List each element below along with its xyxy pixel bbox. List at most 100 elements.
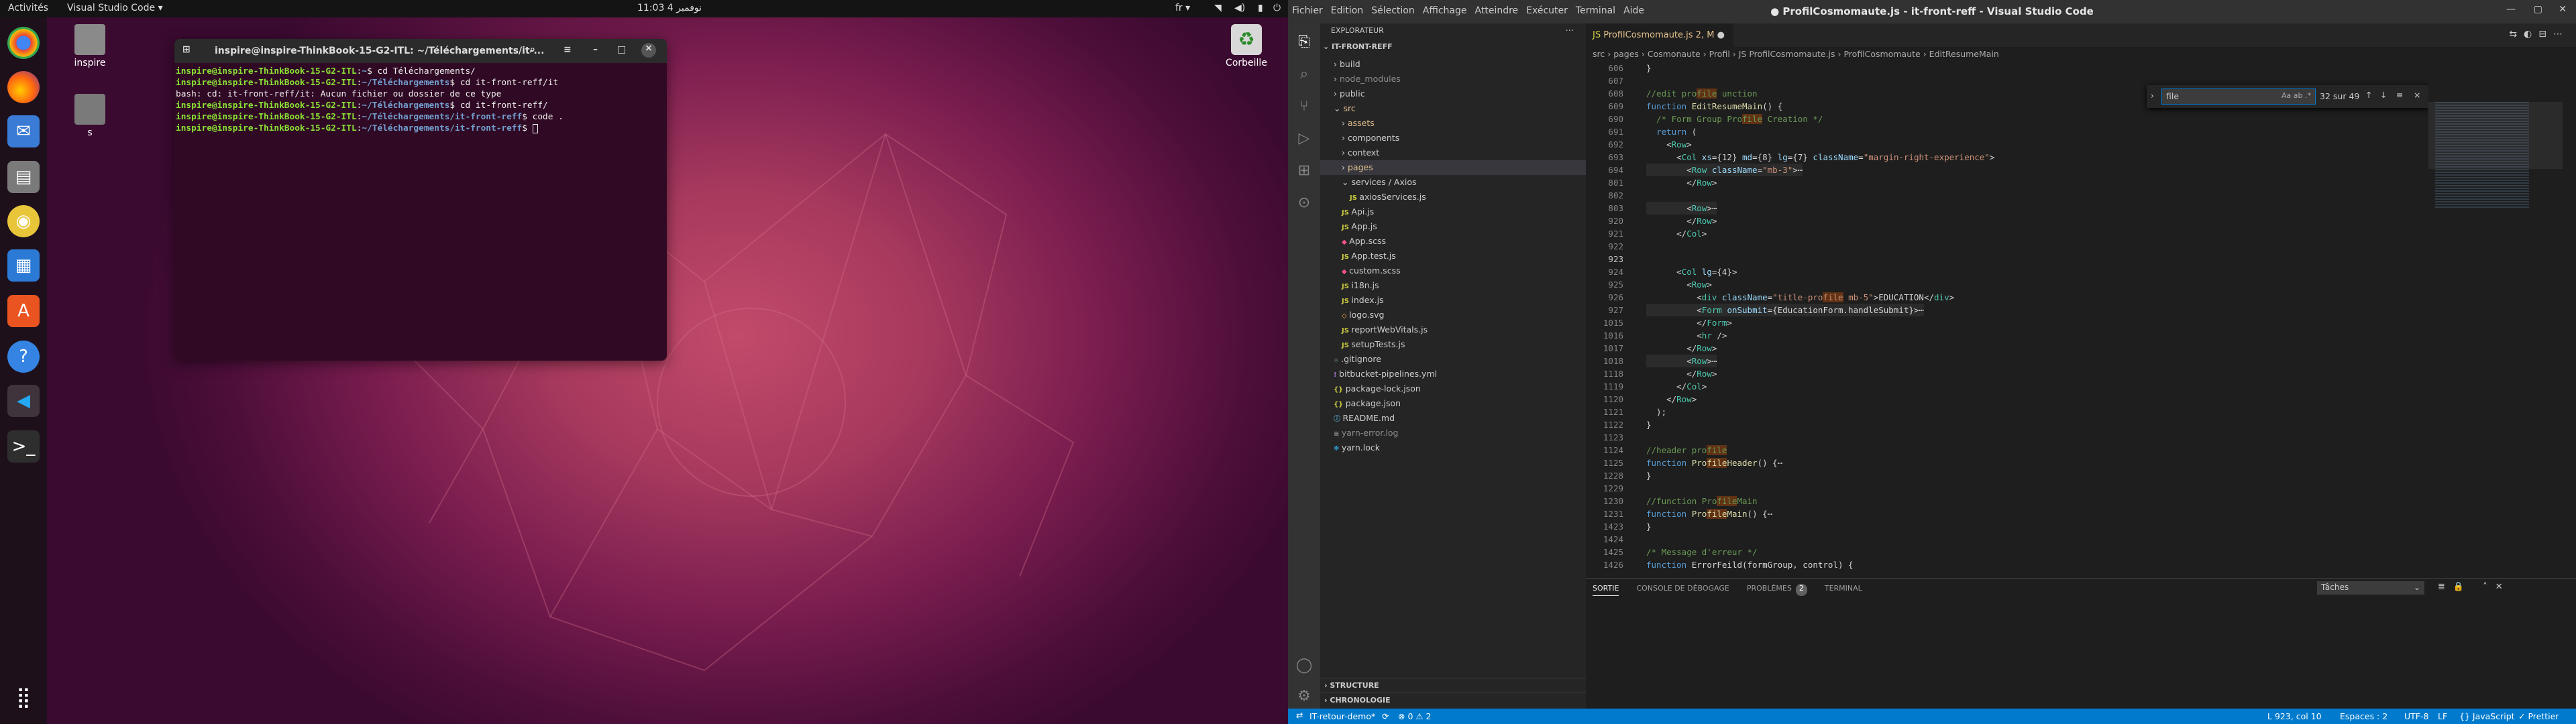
menu-item-affichage[interactable]: Affichage [1423,5,1467,16]
breadcrumb[interactable]: src › pages › Cosmonaute › Profil › JS P… [1586,47,2576,62]
search-icon[interactable]: ⌕ [1293,64,1315,85]
writer-icon[interactable]: ▦ [7,249,40,282]
tree-item-pages[interactable]: › pages [1320,160,1586,175]
menu-item-sélection[interactable]: Sélection [1371,5,1415,16]
desktop-home[interactable]: inspire [56,24,123,68]
clock[interactable]: 11:03 4 نوفمبر [637,3,702,13]
tree-item-axiosservices-js[interactable]: JS axiosServices.js [1320,190,1586,204]
eol[interactable]: LF [2438,711,2447,721]
thunderbird-icon[interactable]: ✉ [7,115,40,147]
project-root[interactable]: ⌄ IT-FRONT-REFF [1323,42,1393,51]
menu-item-atteindre[interactable]: Atteindre [1475,5,1519,16]
tree-item-app-js[interactable]: JS App.js [1320,219,1586,234]
tree-item-app-scss[interactable]: ◆ App.scss [1320,234,1586,249]
vscode-icon[interactable]: ◀ [7,385,40,417]
new-tab-icon[interactable]: ⊞ [182,44,191,55]
terminal-output[interactable]: inspire@inspire-ThinkBook-15-G2-ITL:~$ c… [174,63,667,137]
tree-item-app-test-js[interactable]: JS App.test.js [1320,249,1586,263]
tree-item-src[interactable]: ⌄ src [1320,101,1586,116]
tree-item-services-axios[interactable]: ⌄ services / Axios [1320,175,1586,190]
run-debug-icon[interactable]: ▷ [1293,128,1315,149]
help-icon[interactable]: ? [7,341,40,373]
volume-icon[interactable]: ◀) [1234,3,1245,13]
tree-item-public[interactable]: › public [1320,86,1586,101]
maximize-icon[interactable]: □ [617,44,626,55]
remote-indicator[interactable]: ⇄ [1296,710,1303,720]
menu-item-fichier[interactable]: Fichier [1292,5,1323,16]
panel-actions[interactable]: ≣🔒 ˄✕ [2438,582,2511,592]
next-match-icon[interactable]: ↓ [2380,90,2387,100]
tree-item--gitignore[interactable]: ◈ .gitignore [1320,352,1586,367]
prettier-status[interactable]: ✓ Prettier [2518,711,2559,721]
tree-item-build[interactable]: › build [1320,57,1586,72]
tree-item-package-lock-json[interactable]: {} package-lock.json [1320,381,1586,396]
tree-item-bitbucket-pipelines-yml[interactable]: ! bitbucket-pipelines.yml [1320,367,1586,381]
app-menu[interactable]: Visual Studio Code ▾ [67,3,163,13]
panel-tab-problèmes[interactable]: PROBLÈMES [1747,584,1792,596]
maximize-icon[interactable]: ▢ [2534,4,2542,15]
menu-item-edition[interactable]: Edition [1331,5,1363,16]
source-control-icon[interactable]: ⑂ [1293,96,1315,117]
panel-tab-console-de-débogage[interactable]: CONSOLE DE DÉBOGAGE [1636,584,1729,596]
remote-icon[interactable]: ⊙ [1293,192,1315,214]
tree-item-readme-md[interactable]: ⓘ README.md [1320,411,1586,426]
rhythmbox-icon[interactable]: ◉ [7,205,40,237]
close-icon[interactable]: × [641,43,656,58]
problems-indicator[interactable]: ⊗ 0 ⚠ 2 [1398,711,1432,721]
chrome-icon[interactable] [7,27,40,59]
tree-item-index-js[interactable]: JS index.js [1320,293,1586,308]
tree-item-custom-scss[interactable]: ◆ custom.scss [1320,263,1586,278]
timeline-section[interactable]: › CHRONOLOGIE [1320,692,1586,707]
activities-button[interactable]: Activités [8,3,48,13]
tree-item-yarn-error-log[interactable]: ≡ yarn-error.log [1320,426,1586,440]
firefox-icon[interactable] [7,71,40,103]
tree-item-package-json[interactable]: {} package.json [1320,396,1586,411]
output-channel-select[interactable]: Tâches ⌄ [2317,581,2424,595]
editor-actions[interactable]: ⇆◐⊟⋯ [2509,29,2569,40]
menu-icon[interactable]: ≡ [564,44,572,55]
tab-profilcosmomaute[interactable]: JS ProfilCosmomaute.js 2, M ● [1586,23,1733,47]
find-input[interactable]: file Aa ab .* [2161,88,2316,105]
minimize-icon[interactable]: – [593,44,598,55]
tree-item-logo-svg[interactable]: ◇ logo.svg [1320,308,1586,322]
menu-item-terminal[interactable]: Terminal [1576,5,1615,16]
close-icon[interactable]: ✕ [2559,4,2567,15]
tree-item-reportwebvitals-js[interactable]: JS reportWebVitals.js [1320,322,1586,337]
tree-item-components[interactable]: › components [1320,131,1586,145]
menu-item-aide[interactable]: Aide [1623,5,1644,16]
tree-item-api-js[interactable]: JS Api.js [1320,204,1586,219]
more-actions-icon[interactable]: ⋯ [1566,25,1574,35]
desktop-trash[interactable]: ♻ Corbeille [1213,24,1280,68]
panel-tab-sortie[interactable]: SORTIE [1593,584,1619,596]
find-options[interactable]: Aa ab .* [2282,91,2311,100]
chevron-right-icon[interactable]: › [2151,90,2154,101]
software-icon[interactable]: A [7,295,40,327]
tree-item-node-modules[interactable]: › node_modules [1320,72,1586,86]
files-icon[interactable]: ▤ [7,161,40,193]
terminal-icon[interactable]: >_ [7,430,40,463]
account-icon[interactable]: ◯ [1293,655,1315,676]
previous-match-icon[interactable]: ↑ [2365,90,2372,100]
find-in-selection-icon[interactable]: ≡ [2396,90,2403,100]
tree-item-context[interactable]: › context [1320,145,1586,160]
encoding[interactable]: UTF-8 [2404,711,2428,721]
tree-item-i18n-js[interactable]: JS i18n.js [1320,278,1586,293]
tree-item-yarn-lock[interactable]: ✱ yarn.lock [1320,440,1586,455]
menu-item-exécuter[interactable]: Exécuter [1526,5,1568,16]
minimize-icon[interactable]: — [2506,4,2516,15]
search-icon[interactable]: ⌕ [530,44,535,55]
outline-section[interactable]: › STRUCTURE [1320,678,1586,692]
branch-indicator[interactable]: IT-retour-demo* [1309,711,1375,721]
code-editor[interactable]: 606} 607 608 //edit profile unction 609 funct… [1586,62,2424,598]
extensions-icon[interactable]: ⊞ [1293,160,1315,182]
power-icon[interactable]: ⏻ [1273,3,1281,13]
battery-icon[interactable]: ▮ [1258,3,1263,13]
desktop-folder[interactable]: s [56,94,123,138]
explorer-icon[interactable]: ⎘ [1293,32,1315,53]
show-apps-icon[interactable]: ⣿ [7,681,40,713]
panel-tab-terminal[interactable]: TERMINAL [1825,584,1862,596]
settings-gear-icon[interactable]: ⚙ [1293,686,1315,707]
terminal-window[interactable]: ⊞ inspire@inspire-ThinkBook-15-G2-ITL: ~… [174,39,667,361]
language-mode[interactable]: {} JavaScript [2459,711,2515,721]
terminal-titlebar[interactable]: ⊞ inspire@inspire-ThinkBook-15-G2-ITL: ~… [174,39,667,63]
